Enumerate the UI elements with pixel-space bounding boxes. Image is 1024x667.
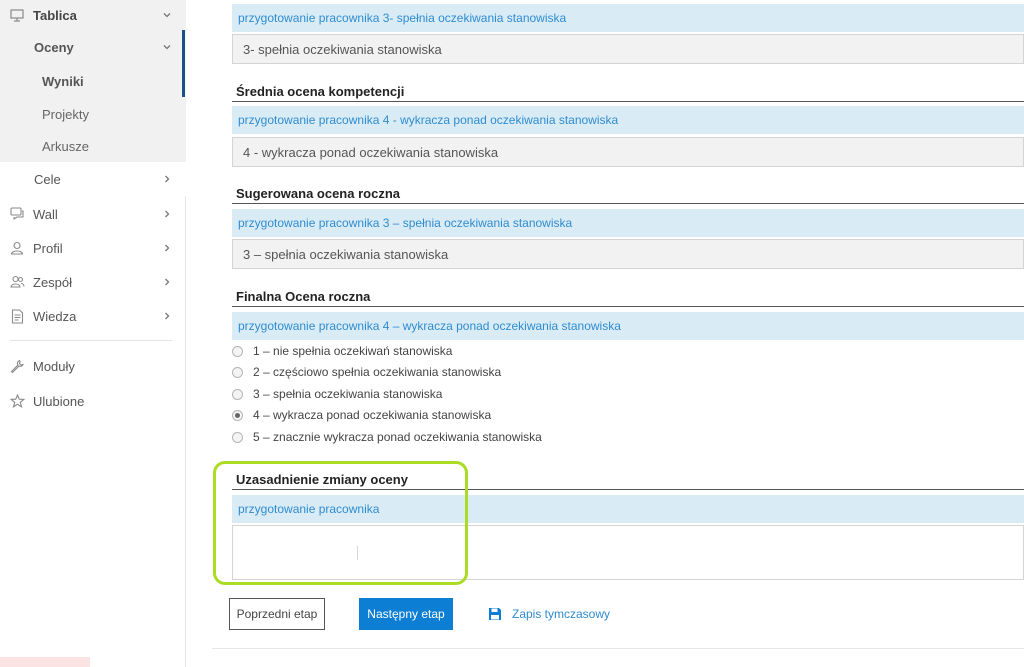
sidebar-item-label: Wall <box>33 206 58 222</box>
assessment-value-field: 4 - wykracza ponad oczekiwania stanowisk… <box>232 137 1024 167</box>
sidebar-item-profil[interactable]: Profil <box>0 232 186 264</box>
radio-button-selected[interactable] <box>232 409 243 421</box>
sidebar-item-tablica[interactable]: Tablica <box>0 0 186 30</box>
section-title-srednia: Średnia ocena kompetencji <box>236 84 405 99</box>
rating-option-label: 2 – częściowo spełnia oczekiwania stanow… <box>253 365 502 379</box>
document-icon <box>9 308 25 324</box>
rating-option-label: 4 – wykracza ponad oczekiwania stanowisk… <box>253 408 492 422</box>
rating-option-label: 1 – nie spełnia oczekiwań stanowiska <box>253 344 453 358</box>
star-icon <box>9 393 25 409</box>
chevron-right-icon <box>162 174 172 184</box>
rating-option-label: 3 – spełnia oczekiwania stanowiska <box>253 387 443 401</box>
user-icon <box>9 240 25 256</box>
chat-icon <box>9 206 25 222</box>
sidebar-item-wall[interactable]: Wall <box>0 198 186 230</box>
next-stage-button[interactable]: Następny etap <box>359 598 453 630</box>
highlight-outline <box>213 461 468 585</box>
sidebar-item-oceny[interactable]: Oceny <box>0 30 186 64</box>
sidebar-item-label: Wiedza <box>33 308 77 324</box>
radio-button[interactable] <box>232 366 243 378</box>
temporary-save-link[interactable]: Zapis tymczasowy <box>488 604 610 624</box>
sidebar-item-moduly[interactable]: Moduły <box>0 350 186 382</box>
sidebar-item-label: Moduły <box>33 358 75 374</box>
chevron-down-icon <box>162 42 172 52</box>
section-divider <box>232 306 1024 307</box>
chevron-right-icon <box>162 209 172 219</box>
assessment-bar: przygotowanie pracownika 4 - wykracza po… <box>232 106 1024 134</box>
sidebar-item-projekty[interactable]: Projekty <box>0 98 186 130</box>
sidebar-item-ulubione[interactable]: Ulubione <box>0 385 186 417</box>
radio-button[interactable] <box>232 345 243 357</box>
floppy-disk-icon <box>488 607 502 621</box>
sidebar-item-label: Tablica <box>33 7 77 23</box>
assessment-bar: przygotowanie pracownika 4 – wykracza po… <box>232 312 1024 340</box>
sidebar-divider <box>10 340 172 341</box>
sidebar-item-label: Ulubione <box>33 393 85 409</box>
assessment-bar: przygotowanie pracownika 3- spełnia ocze… <box>232 4 1024 32</box>
sidebar: Tablica Oceny Wyniki Projekty Arkusze Ce… <box>0 0 186 667</box>
assessment-value-field: 3- spełnia oczekiwania stanowiska <box>232 34 1024 64</box>
section-divider <box>232 101 1024 102</box>
sidebar-item-label: Profil <box>33 240 63 256</box>
sidebar-item-arkusze[interactable]: Arkusze <box>0 130 186 162</box>
monitor-icon <box>9 7 25 23</box>
wrench-icon <box>9 358 25 374</box>
section-title-finalna: Finalna Ocena roczna <box>236 289 371 304</box>
assessment-value-field: 3 – spełnia oczekiwania stanowiska <box>232 239 1024 269</box>
sidebar-item-label: Oceny <box>34 39 74 55</box>
assessment-bar: przygotowanie pracownika 3 – spełnia ocz… <box>232 209 1024 237</box>
temporary-save-label: Zapis tymczasowy <box>512 607 611 621</box>
sidebar-item-label: Projekty <box>42 106 89 122</box>
rating-option-5[interactable]: 5 – znacznie wykracza ponad oczekiwania … <box>232 428 542 446</box>
sidebar-item-label: Wyniki <box>42 73 84 89</box>
sidebar-item-zespol[interactable]: Zespół <box>0 266 186 298</box>
rating-option-label: 5 – znacznie wykracza ponad oczekiwania … <box>253 430 542 444</box>
chevron-right-icon <box>162 311 172 321</box>
sidebar-item-wiedza[interactable]: Wiedza <box>0 300 186 332</box>
footer-divider <box>212 648 1024 649</box>
rating-option-2[interactable]: 2 – częściowo spełnia oczekiwania stanow… <box>232 363 501 381</box>
sidebar-item-cele[interactable]: Cele <box>0 162 186 196</box>
sidebar-footer <box>0 657 90 667</box>
sidebar-item-wyniki[interactable]: Wyniki <box>0 64 186 98</box>
section-title-sugerowana: Sugerowana ocena roczna <box>236 186 400 201</box>
rating-option-3[interactable]: 3 – spełnia oczekiwania stanowiska <box>232 385 442 403</box>
previous-stage-button[interactable]: Poprzedni etap <box>229 598 325 630</box>
active-indicator <box>182 30 185 97</box>
sidebar-item-label: Zespół <box>33 274 73 290</box>
chevron-right-icon <box>162 277 172 287</box>
section-divider <box>232 203 1024 204</box>
radio-button[interactable] <box>232 388 243 400</box>
rating-option-4[interactable]: 4 – wykracza ponad oczekiwania stanowisk… <box>232 406 491 424</box>
sidebar-item-label: Cele <box>34 171 61 187</box>
chevron-right-icon <box>162 243 172 253</box>
team-icon <box>9 274 25 290</box>
rating-option-1[interactable]: 1 – nie spełnia oczekiwań stanowiska <box>232 342 452 360</box>
sidebar-item-label: Arkusze <box>42 138 89 154</box>
chevron-down-icon <box>162 10 172 20</box>
radio-button[interactable] <box>232 431 243 443</box>
